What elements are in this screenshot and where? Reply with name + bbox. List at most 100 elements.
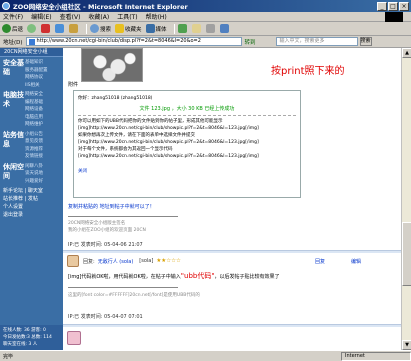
minimize-button[interactable]: _ [377,1,387,11]
upload-line: 你可以用如下的UBB代码把你的文件贴到你的帖子里，形成其他可能显示 [78,119,223,124]
edit-button[interactable] [219,24,230,33]
sidebar-item[interactable]: 小组公告 [25,131,61,139]
home-button[interactable] [69,24,79,33]
sidebar-item[interactable]: 闲聊八卦 [25,163,61,171]
address-input[interactable]: http://www.20cn.net/cgi-bin/club/disp.pl… [25,37,242,46]
reply-button[interactable]: 回复 [315,258,325,265]
sidebar-link[interactable]: 站长推荐 | 发帖 [3,195,60,203]
go-button[interactable]: 转到 [245,38,256,46]
close-link[interactable]: 关闭 [78,168,296,174]
upload-result-box: 你好：zhang51018 (zhang51018) 文件 123.jpg ，大… [73,90,301,198]
menu-favorites[interactable]: 收藏(A) [88,12,109,21]
sidebar-item[interactable]: 编程基础 [25,99,61,107]
media-button[interactable]: 媒体 [145,24,167,33]
mail-button[interactable] [191,24,202,33]
toolbar: 后退 搜索 收藏夹 媒体 [0,22,411,36]
upload-success: 文件 123.jpg ，大小 30 KB 已经上传成功 [139,106,235,112]
sidebar-item[interactable]: IIS相关 [25,82,61,90]
signature-divider [68,287,178,288]
menu-edit[interactable]: 编辑(E) [31,12,51,21]
mail-icon [191,24,201,33]
edit-post-button[interactable]: 编辑 [351,258,361,265]
close-button[interactable]: × [399,1,409,11]
menu-tools[interactable]: 工具(T) [117,12,137,21]
sidebar-item[interactable]: 友情链接 [25,153,61,161]
poster-name[interactable]: 无敌行人 (sola) [98,258,134,265]
upload-line: [img]http://www.20cn.net/cgi-bin/club/sh… [78,140,259,145]
address-label: 地址(D) [3,39,23,46]
section-title: 休闲空间 [3,162,24,180]
scroll-down-button[interactable]: ▼ [402,340,411,350]
ie-icon [2,2,10,10]
maximize-button[interactable]: □ [388,1,398,11]
back-button[interactable]: 后退 [2,24,23,33]
sidebar-item[interactable]: 谈天说地 [25,170,61,178]
edit-icon [219,24,229,33]
menu-help[interactable]: 帮助(H) [146,12,167,21]
toolbar-separator [173,23,175,34]
online-stats: 在线人数: 36 游客: 0 今日发帖数:3 总数: 114 聊天室在线: 3 … [0,325,63,350]
avatar[interactable] [67,255,79,267]
security-zone: Internet [341,351,411,361]
reply-mark: 回复: [83,258,95,265]
printer-icon [205,24,215,33]
address-url: http://www.20cn.net/cgi-bin/club/disp.pl… [36,38,201,44]
upload-greeting: 你好：zhang51018 (zhang51018) [78,96,153,101]
media-label: 媒体 [155,26,167,33]
sidebar-link[interactable]: 个人设置 [3,203,60,211]
search-icon [90,24,100,33]
sidebar-links: 新手论坛 | 聊天室 站长推荐 | 发帖 个人设置 退出登录 [0,185,63,221]
history-button[interactable] [177,24,188,33]
attached-photo[interactable] [81,48,143,82]
scroll-up-button[interactable]: ▲ [402,48,411,58]
section-title: 电脑技术 [3,91,24,108]
web-search-input[interactable]: 输入中文，搜索更多 [275,37,358,46]
forward-button[interactable] [27,24,37,33]
avatar[interactable] [67,331,81,345]
ubb-code-highlight: "ubb代码" [180,272,215,280]
status-text: 完毕 [3,353,14,360]
refresh-button[interactable] [55,24,65,33]
vertical-scrollbar[interactable]: ▲ ▼ [401,48,411,350]
sidebar-item[interactable]: 网络设备 [25,106,61,114]
reply-header: 回复: 无敌行人 (sola) [sola] ★★☆☆☆ 回复 编辑 [63,253,401,269]
stat-line: 聊天室在线: 3 人 [3,342,38,347]
menu-bar: 文件(F) 编辑(E) 查看(V) 收藏(A) 工具(T) 帮助(H) [0,12,411,22]
sidebar-item[interactable]: 电脑应用 [25,114,61,122]
sidebar-item[interactable]: 兴趣爱好 [25,178,61,186]
sidebar-item[interactable]: 基础知识 [25,59,61,67]
scroll-thumb[interactable] [402,222,411,286]
sidebar-link[interactable]: 新手论坛 | 聊天室 [3,187,60,195]
page-content: 20CN网络安全小组 安全基础 基础知识 服务器配置 网络协议 IIS相关 电脑… [0,48,411,350]
forward-arrow-icon [27,24,37,33]
reply-text-post: ，以后发帖子贴比较有效果了 [214,274,280,280]
back-arrow-icon [2,24,11,33]
favorites-button[interactable]: 收藏夹 [115,24,142,33]
menu-file[interactable]: 文件(F) [3,12,23,21]
signature-line: 20CN网络安全小组版主签名 [68,221,126,226]
history-icon [177,24,187,33]
menu-view[interactable]: 查看(V) [60,12,81,21]
sidebar-item[interactable]: 网络安全 [25,91,61,99]
status-bar: 完毕 Internet [0,350,411,361]
section-title: 站务信息 [3,130,24,148]
upload-line: [img]http://www.20cn.net/cgi-bin/club/sh… [78,126,259,131]
stop-button[interactable] [41,24,51,33]
print-button[interactable] [205,24,216,33]
stat-line: 在线人数: 36 游客: 0 [3,328,46,333]
photo-caption: 附件 [68,82,79,88]
stop-icon [41,24,51,33]
sidebar-item[interactable]: 意见反馈 [25,138,61,146]
sidebar-item[interactable]: 网络维护 [25,121,61,129]
sidebar-header[interactable]: 20CN网络安全小组 [0,48,63,57]
sidebar-section-leisure: 休闲空间 闲聊八卦 谈天说地 兴趣爱好 [0,161,63,186]
web-search-button[interactable]: 搜索 [359,37,372,46]
signature-divider [68,216,178,217]
sidebar-item[interactable]: 服务器配置 [25,67,61,75]
upload-line: [img]http://www.20cn.net/cgi-bin/club/sh… [78,154,259,159]
address-bar: 地址(D) http://www.20cn.net/cgi-bin/club/d… [0,36,411,48]
search-button[interactable]: 搜索 [90,24,111,33]
sidebar-link[interactable]: 退出登录 [3,211,60,219]
sidebar-item[interactable]: 资源推荐 [25,146,61,154]
sidebar-item[interactable]: 网络协议 [25,74,61,82]
